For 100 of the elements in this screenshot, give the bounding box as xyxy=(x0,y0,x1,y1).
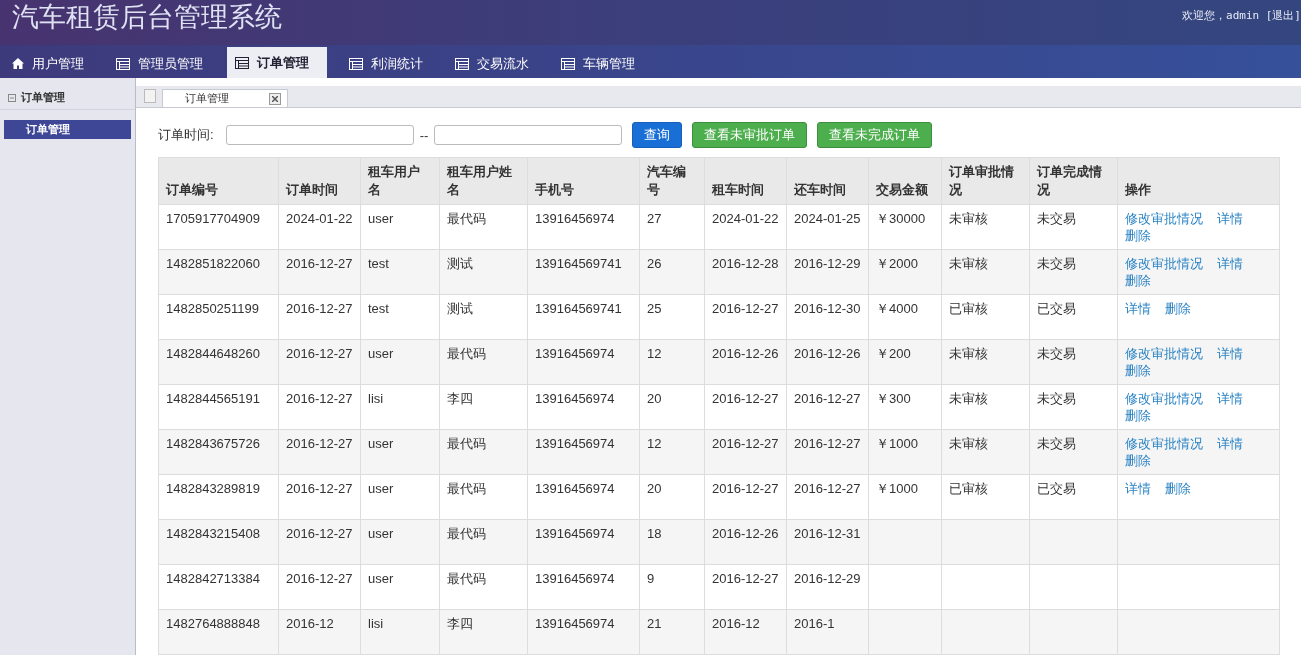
table-cell: 1482843289819 xyxy=(158,474,279,520)
table-cell: ￥4000 xyxy=(868,294,942,340)
table-cell: 未审核 xyxy=(941,339,1030,385)
table-cell: 最代码 xyxy=(439,429,528,475)
table-cell: 25 xyxy=(639,294,705,340)
table-cell: 1482850251199 xyxy=(158,294,279,340)
action-link[interactable]: 删除 xyxy=(1165,301,1191,316)
page-tab[interactable]: 订单管理 xyxy=(162,89,288,107)
table-cell: lisi xyxy=(360,384,440,430)
table-cell: 139164569741 xyxy=(527,294,640,340)
table-cell: 测试 xyxy=(439,249,528,295)
table-cell: 20 xyxy=(639,474,705,520)
action-link[interactable]: 详情 xyxy=(1217,346,1243,361)
sidebar-item[interactable]: 订单管理 xyxy=(4,120,131,139)
table-cell: 9 xyxy=(639,564,705,610)
nav-tab[interactable]: 车辆管理 xyxy=(553,49,653,78)
table-cell: 未审核 xyxy=(941,249,1030,295)
table-cell: 21 xyxy=(639,609,705,655)
table-cell: 26 xyxy=(639,249,705,295)
table-cell: 最代码 xyxy=(439,519,528,565)
table-cell: 1705917704909 xyxy=(158,204,279,250)
filter-button[interactable]: 查询 xyxy=(632,122,683,148)
nav-tab[interactable]: 订单管理 xyxy=(227,47,327,78)
date-start-field[interactable] xyxy=(225,125,414,145)
nav-tab[interactable]: 用户管理 xyxy=(4,49,102,78)
sidebar-title: 订单管理 xyxy=(21,90,65,105)
table-cell: lisi xyxy=(360,609,440,655)
table-cell: 2016-12-27 xyxy=(704,384,787,430)
range-separator: -- xyxy=(419,127,429,143)
table-cell: 2016-12-26 xyxy=(704,519,787,565)
column-header: 订单审批情况 xyxy=(941,157,1030,205)
column-header: 订单编号 xyxy=(158,157,279,205)
table-cell: 未交易 xyxy=(1029,249,1118,295)
table-cell: test xyxy=(360,249,440,295)
action-link[interactable]: 修改审批情况 xyxy=(1125,391,1203,406)
action-link[interactable]: 详情 xyxy=(1125,301,1151,316)
nav-tab[interactable]: 管理员管理 xyxy=(108,49,221,78)
table-cell: 27 xyxy=(639,204,705,250)
table-cell: 已交易 xyxy=(1029,474,1118,520)
table-cell: 13916456974 xyxy=(527,474,640,520)
table-cell: user xyxy=(360,564,440,610)
table-cell: 13916456974 xyxy=(527,339,640,385)
table-cell: 未审核 xyxy=(941,429,1030,475)
table-cell: 2016-12-27 xyxy=(786,474,869,520)
action-link[interactable]: 详情 xyxy=(1217,211,1243,226)
table-cell: 13916456974 xyxy=(527,384,640,430)
table-cell: 1482843215408 xyxy=(158,519,279,565)
table-cell: 2016-12-30 xyxy=(786,294,869,340)
column-header: 租车时间 xyxy=(704,157,787,205)
table-cell: 2016-12-27 xyxy=(278,474,361,520)
table-cell: 139164569741 xyxy=(527,249,640,295)
action-link[interactable]: 详情 xyxy=(1217,391,1243,406)
close-icon[interactable] xyxy=(269,92,281,105)
table-cell: 2024-01-22 xyxy=(278,204,361,250)
table-cell: 18 xyxy=(639,519,705,565)
table-icon xyxy=(455,57,469,70)
table-cell: 13916456974 xyxy=(527,429,640,475)
action-link[interactable]: 删除 xyxy=(1125,273,1151,288)
nav-tab[interactable]: 交易流水 xyxy=(447,49,547,78)
action-link[interactable]: 修改审批情况 xyxy=(1125,436,1203,451)
table-cell: ￥1000 xyxy=(868,474,942,520)
table-cell: ￥30000 xyxy=(868,204,942,250)
table-cell: 未交易 xyxy=(1029,384,1118,430)
nav-tab[interactable]: 利润统计 xyxy=(341,49,441,78)
action-link[interactable]: 删除 xyxy=(1125,363,1151,378)
table-cell: 2016-12-29 xyxy=(786,249,869,295)
action-link[interactable]: 修改审批情况 xyxy=(1125,346,1203,361)
table-cell: 2016-1 xyxy=(786,609,869,655)
column-header: 交易金额 xyxy=(868,157,942,205)
action-link[interactable]: 删除 xyxy=(1125,228,1151,243)
table-cell: 2016-12-27 xyxy=(278,384,361,430)
table-cell: 2016-12-27 xyxy=(704,564,787,610)
table-cell: 2016-12-28 xyxy=(704,249,787,295)
scroll-left-button[interactable] xyxy=(144,89,156,103)
action-link[interactable]: 删除 xyxy=(1125,453,1151,468)
table-cell: 2016-12-27 xyxy=(278,249,361,295)
action-link[interactable]: 详情 xyxy=(1125,481,1151,496)
table-cell: 1482851822060 xyxy=(158,249,279,295)
filter-button[interactable]: 查看未完成订单 xyxy=(817,122,933,148)
table-cell: 13916456974 xyxy=(527,609,640,655)
action-link[interactable]: 删除 xyxy=(1125,408,1151,423)
app-title: 汽车租赁后台管理系统 xyxy=(12,1,282,34)
column-header: 汽车编号 xyxy=(639,157,705,205)
filter-button[interactable]: 查看未审批订单 xyxy=(692,122,808,148)
action-link[interactable]: 修改审批情况 xyxy=(1125,211,1203,226)
table-cell: user xyxy=(360,204,440,250)
action-link[interactable]: 详情 xyxy=(1217,436,1243,451)
table-cell: 2024-01-22 xyxy=(704,204,787,250)
table-cell: 已审核 xyxy=(941,474,1030,520)
date-end-field[interactable] xyxy=(434,125,623,145)
welcome-text: 欢迎您，admin [退出] xyxy=(1182,8,1301,23)
table-cell: ￥2000 xyxy=(868,249,942,295)
column-header: 操作 xyxy=(1117,157,1280,205)
table-cell: 2016-12-27 xyxy=(278,564,361,610)
action-link[interactable]: 删除 xyxy=(1165,481,1191,496)
action-link[interactable]: 修改审批情况 xyxy=(1125,256,1203,271)
action-link[interactable]: 详情 xyxy=(1217,256,1243,271)
table-cell: 未交易 xyxy=(1029,339,1118,385)
table-icon xyxy=(349,57,363,70)
table-cell: user xyxy=(360,474,440,520)
